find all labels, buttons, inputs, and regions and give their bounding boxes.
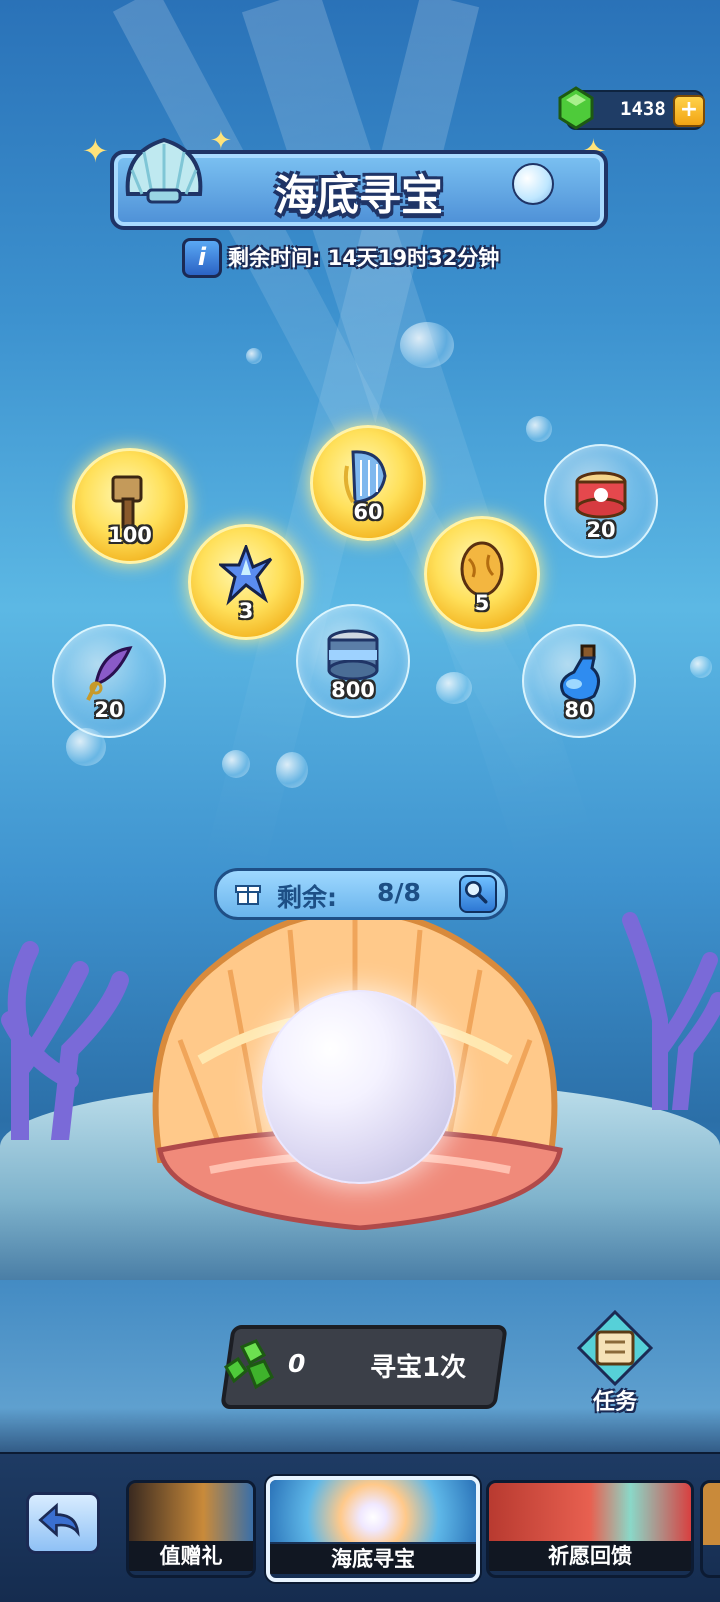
task-button[interactable]: 任务 (565, 1310, 665, 1420)
reward-quantity: 100 (108, 523, 152, 547)
reward-quantity: 80 (564, 698, 594, 722)
reward-item[interactable]: 60 (310, 425, 426, 541)
bubble-decoration (690, 656, 712, 678)
reward-quantity: 5 (474, 591, 490, 615)
remaining-value: 8/8 (377, 878, 421, 907)
reward-item[interactable]: 5 (424, 516, 540, 632)
time-remaining: 剩余时间: 14天19时32分钟 (228, 246, 500, 270)
crystal-shard-icon (219, 545, 273, 606)
gift-icon (235, 885, 261, 905)
reward-item[interactable]: 20 (544, 444, 658, 558)
reward-item[interactable]: 100 (72, 448, 188, 564)
canned-food-icon (575, 471, 627, 519)
reward-item[interactable]: 80 (522, 624, 636, 738)
bubble-decoration (436, 672, 472, 704)
bubble-decoration (222, 750, 250, 778)
bubble-decoration (276, 752, 308, 788)
bubble-decoration (400, 322, 454, 368)
seashell-icon (125, 137, 203, 204)
reward-quantity: 20 (586, 518, 616, 542)
treasure-hunt-once-button[interactable]: 0 寻宝1次 (220, 1325, 508, 1409)
pearl-decoration-icon (512, 163, 554, 205)
tin-can-icon (327, 629, 379, 681)
reward-quantity: 800 (331, 678, 375, 702)
hunt-label: 寻宝1次 (370, 1353, 467, 1383)
tab-gift-event[interactable]: 值赠礼 (126, 1480, 256, 1578)
bubble-decoration (246, 348, 262, 364)
remaining-counter-bar: 剩余: 8/8 (214, 868, 508, 920)
pearl-icon (262, 990, 456, 1184)
hammer-icon (111, 475, 143, 529)
back-arrow-icon (38, 1502, 80, 1538)
tab-label: 值赠礼 (129, 1541, 253, 1571)
gem-currency-display: 1438 + (558, 86, 705, 130)
feather-key-icon (86, 646, 133, 701)
gem-count: 1438 (620, 98, 666, 120)
harp-icon (343, 450, 387, 504)
bubble-decoration (526, 416, 552, 442)
back-button[interactable] (26, 1492, 100, 1554)
bottom-event-bar: 值赠礼 海底寻宝 祈愿回馈 (0, 1452, 720, 1602)
tab-more-events[interactable] (700, 1480, 720, 1578)
magnifier-icon (464, 880, 488, 904)
coral-decoration (622, 912, 720, 1110)
scroll-icon (577, 1310, 653, 1386)
sparkle-icon: ✦ (82, 132, 109, 170)
egg-icon (460, 541, 504, 597)
reward-quantity: 3 (238, 599, 254, 623)
preview-search-button[interactable] (459, 875, 497, 913)
event-thumbnail (703, 1483, 720, 1545)
tab-wish-reward[interactable]: 祈愿回馈 (486, 1480, 694, 1578)
tab-label: 海底寻宝 (270, 1544, 476, 1574)
event-thumbnail (270, 1480, 476, 1542)
remaining-label: 剩余: (277, 883, 337, 912)
tab-label: 祈愿回馈 (489, 1541, 691, 1571)
add-gems-button[interactable]: + (673, 95, 705, 127)
reward-item[interactable]: 800 (296, 604, 410, 718)
reward-item[interactable]: 3 (188, 524, 304, 640)
potion-bottle-icon (560, 644, 600, 702)
hunt-cost: 0 (288, 1349, 306, 1378)
reward-item[interactable]: 20 (52, 624, 166, 738)
green-gem-icon (558, 86, 594, 130)
gem-pile-icon (224, 1339, 274, 1390)
event-thumbnail (129, 1483, 253, 1545)
event-thumbnail (489, 1483, 691, 1545)
task-label: 任务 (592, 1390, 637, 1415)
reward-quantity: 60 (353, 500, 383, 524)
info-button[interactable]: i (182, 238, 222, 278)
reward-quantity: 20 (94, 698, 124, 722)
tab-treasure-hunt[interactable]: 海底寻宝 (266, 1476, 480, 1582)
